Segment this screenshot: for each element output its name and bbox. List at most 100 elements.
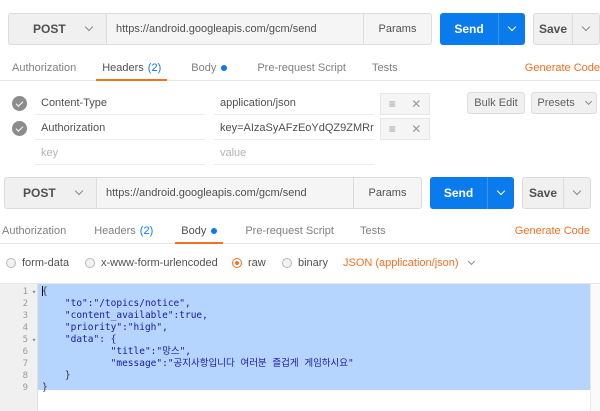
bottom-save-button[interactable]: Save <box>522 177 564 209</box>
line-number: 7 <box>22 359 28 369</box>
bottom-send-dropdown[interactable] <box>487 177 514 209</box>
tab-label: Headers <box>94 225 136 237</box>
fold-arrow-icon[interactable]: ▾ <box>30 288 38 296</box>
tab-label: Headers <box>102 62 144 74</box>
radio-label: x-www-form-urlencoded <box>101 257 218 269</box>
header-value-field[interactable]: key=AIzaSyAFzEoYdQZ9ZMRrxI <box>214 117 374 140</box>
tab-headers[interactable]: Headers (2) <box>82 219 165 243</box>
chevron-down-icon <box>84 22 94 32</box>
bottom-send-button[interactable]: Send <box>430 177 487 209</box>
content-type-label: JSON (application/json) <box>343 257 459 269</box>
tab-tests[interactable]: Tests <box>348 219 398 243</box>
code-line: { <box>42 286 48 297</box>
line-number: 3 <box>22 311 28 321</box>
code-line: } <box>42 382 48 393</box>
checkbox-checked-icon[interactable] <box>12 121 27 136</box>
tab-body[interactable]: Body <box>169 219 229 244</box>
bottom-method-select[interactable]: POST <box>4 177 96 209</box>
checkbox-checked-icon[interactable] <box>12 96 27 111</box>
line-number: 2 <box>22 299 28 309</box>
code-line: "data": { <box>42 334 117 345</box>
content-type-dropdown[interactable]: JSON (application/json) <box>343 257 475 269</box>
top-method-label: POST <box>33 22 66 36</box>
top-send-button[interactable]: Send <box>440 13 498 45</box>
close-icon[interactable]: ✕ <box>411 122 421 136</box>
radio-icon <box>282 258 292 268</box>
tab-label: Tests <box>371 62 398 74</box>
body-mode-selector: form-data x-www-form-urlencoded raw bina… <box>0 252 600 274</box>
headers-count-badge: (2) <box>139 225 154 237</box>
header-key-field[interactable]: Content-Type <box>35 92 205 115</box>
radio-binary[interactable]: binary <box>282 257 328 269</box>
header-value-placeholder[interactable]: value <box>214 142 374 165</box>
body-modified-indicator <box>211 228 218 234</box>
top-url-input[interactable]: https://android.googleapis.com/gcm/send <box>106 13 364 45</box>
line-number: 4 <box>22 323 28 333</box>
presets-label: Presets <box>537 97 575 109</box>
header-row-empty: key value <box>0 141 600 166</box>
top-send-dropdown[interactable] <box>498 13 525 45</box>
bottom-params-button[interactable]: Params <box>354 177 422 209</box>
header-value-field[interactable]: application/json <box>214 92 374 115</box>
radio-label: binary <box>298 257 328 269</box>
header-row-actions: ≡ ✕ <box>380 92 430 115</box>
code-line: "to":"/topics/notice", <box>42 298 191 309</box>
bottom-url-input[interactable]: https://android.googleapis.com/gcm/send <box>96 177 354 209</box>
bottom-request-tabs: Authorization Headers (2) Body Pre-reques… <box>0 219 600 244</box>
line-number: 8 <box>22 371 28 381</box>
code-line: "message":"공지사항입니다 여러분 즐겁게 게임하시요" <box>42 358 354 369</box>
tab-label: Authorization <box>12 62 77 74</box>
fold-arrow-icon[interactable]: ▾ <box>30 336 38 344</box>
chevron-down-icon <box>74 186 84 196</box>
tab-headers[interactable]: Headers (2) <box>90 56 173 81</box>
line-number: 5 ▾ <box>22 335 38 345</box>
tab-label: Authorization <box>2 225 67 237</box>
generate-code-link[interactable]: Generate Code <box>525 62 600 74</box>
tab-authorization[interactable]: Authorization <box>0 56 88 80</box>
top-save-dropdown[interactable] <box>573 13 600 45</box>
radio-icon <box>85 258 95 268</box>
radio-selected-icon <box>232 258 242 268</box>
chevron-down-icon <box>507 22 517 32</box>
radio-form-data[interactable]: form-data <box>6 257 69 269</box>
header-key-placeholder[interactable]: key <box>35 142 205 165</box>
tab-label: Body <box>191 62 217 74</box>
drag-handle-icon[interactable]: ≡ <box>389 122 396 136</box>
top-save-button[interactable]: Save <box>533 13 573 45</box>
code-editor[interactable]: 1 ▾ 2 3 4 5 ▾ 6 7 8 9 { "to":"/topics/noti… <box>0 283 600 411</box>
radio-raw[interactable]: raw <box>232 257 266 269</box>
editor-scrollbar[interactable] <box>590 284 600 411</box>
presets-dropdown[interactable]: Presets <box>531 92 597 114</box>
code-line: "title":"망스", <box>42 346 192 357</box>
top-request-tabs: Authorization Headers (2) Body Pre-reques… <box>0 56 600 81</box>
tab-pre-request-script[interactable]: Pre-request Script <box>233 219 346 243</box>
radio-label: raw <box>248 257 266 269</box>
generate-code-link[interactable]: Generate Code <box>515 225 590 237</box>
chevron-down-icon <box>467 257 475 265</box>
code-line: "content_available":true, <box>42 310 208 321</box>
top-method-select[interactable]: POST <box>8 13 106 45</box>
chevron-down-icon <box>584 97 592 105</box>
radio-x-www-form-urlencoded[interactable]: x-www-form-urlencoded <box>85 257 218 269</box>
close-icon[interactable]: ✕ <box>411 97 421 111</box>
top-params-button[interactable]: Params <box>364 13 432 45</box>
tab-pre-request-script[interactable]: Pre-request Script <box>245 56 358 80</box>
line-number: 1 ▾ <box>22 287 38 297</box>
tab-body[interactable]: Body <box>179 56 239 80</box>
bottom-save-dropdown[interactable] <box>564 177 591 209</box>
radio-icon <box>6 258 16 268</box>
code-line: "priority":"high", <box>42 322 168 333</box>
header-key-field[interactable]: Authorization <box>35 117 205 140</box>
radio-label: form-data <box>22 257 70 269</box>
top-request-bar: POST https://android.googleapis.com/gcm/… <box>8 13 432 45</box>
header-row: Authorization key=AIzaSyAFzEoYdQZ9ZMRrxI… <box>0 116 600 141</box>
chevron-down-icon <box>581 22 591 32</box>
code-line: } <box>42 370 71 381</box>
bulk-edit-button[interactable]: Bulk Edit <box>467 92 525 114</box>
tab-label: Tests <box>359 225 386 237</box>
drag-handle-icon[interactable]: ≡ <box>389 97 396 111</box>
tab-authorization[interactable]: Authorization <box>0 219 78 243</box>
body-modified-indicator <box>221 65 228 71</box>
tab-tests[interactable]: Tests <box>360 56 410 80</box>
headers-count-badge: (2) <box>147 62 162 74</box>
